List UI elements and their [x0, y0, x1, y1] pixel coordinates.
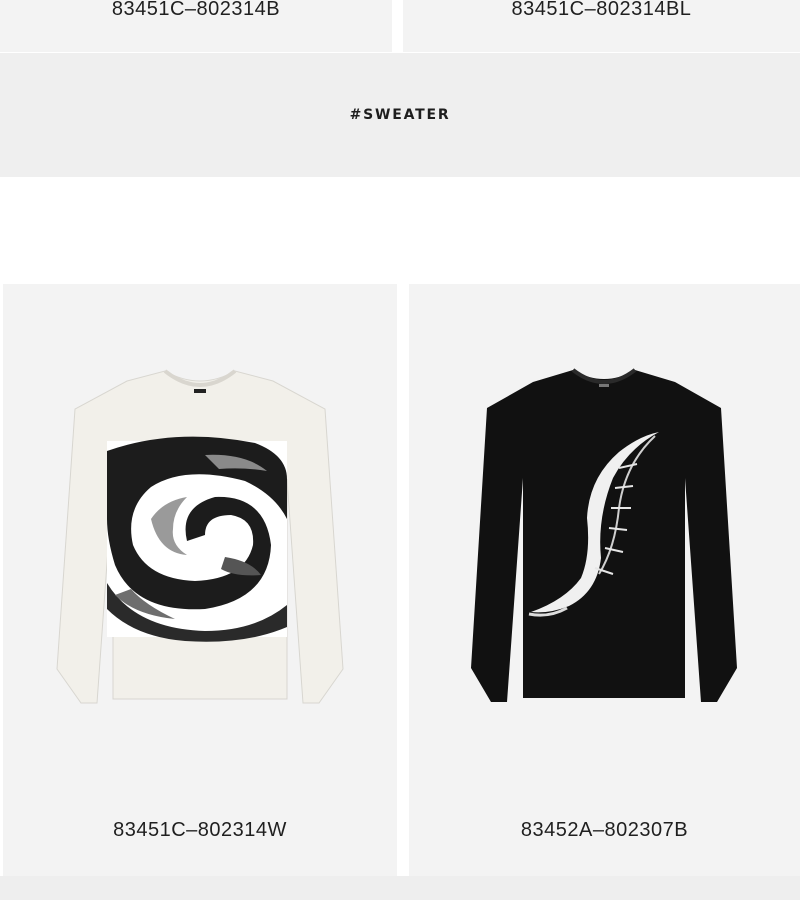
swirl-pattern — [107, 436, 287, 642]
category-banner: #SWEATER — [0, 53, 800, 177]
white-swirl-sweater-image — [56, 369, 344, 704]
black-feather-sweater-image — [471, 368, 737, 702]
product-card-top-left[interactable]: 83451C–802314B — [0, 0, 392, 52]
product-card-black-sweater[interactable]: 83452A–802307B — [409, 284, 800, 876]
label-tag — [599, 384, 609, 387]
product-card-bottom — [0, 876, 800, 900]
product-sku: 83451C–802314W — [113, 819, 287, 841]
product-card-top-right[interactable]: 83451C–802314BL — [403, 0, 800, 52]
product-sku: 83451C–802314B — [111, 0, 281, 20]
label-tag — [194, 389, 206, 393]
product-sku: 83452A–802307B — [520, 819, 689, 841]
product-card-white-sweater[interactable]: 83451C–802314W — [3, 284, 397, 876]
category-tag: #SWEATER — [349, 107, 451, 123]
sweater-body — [471, 370, 737, 702]
product-sku: 83451C–802314BL — [511, 0, 692, 20]
